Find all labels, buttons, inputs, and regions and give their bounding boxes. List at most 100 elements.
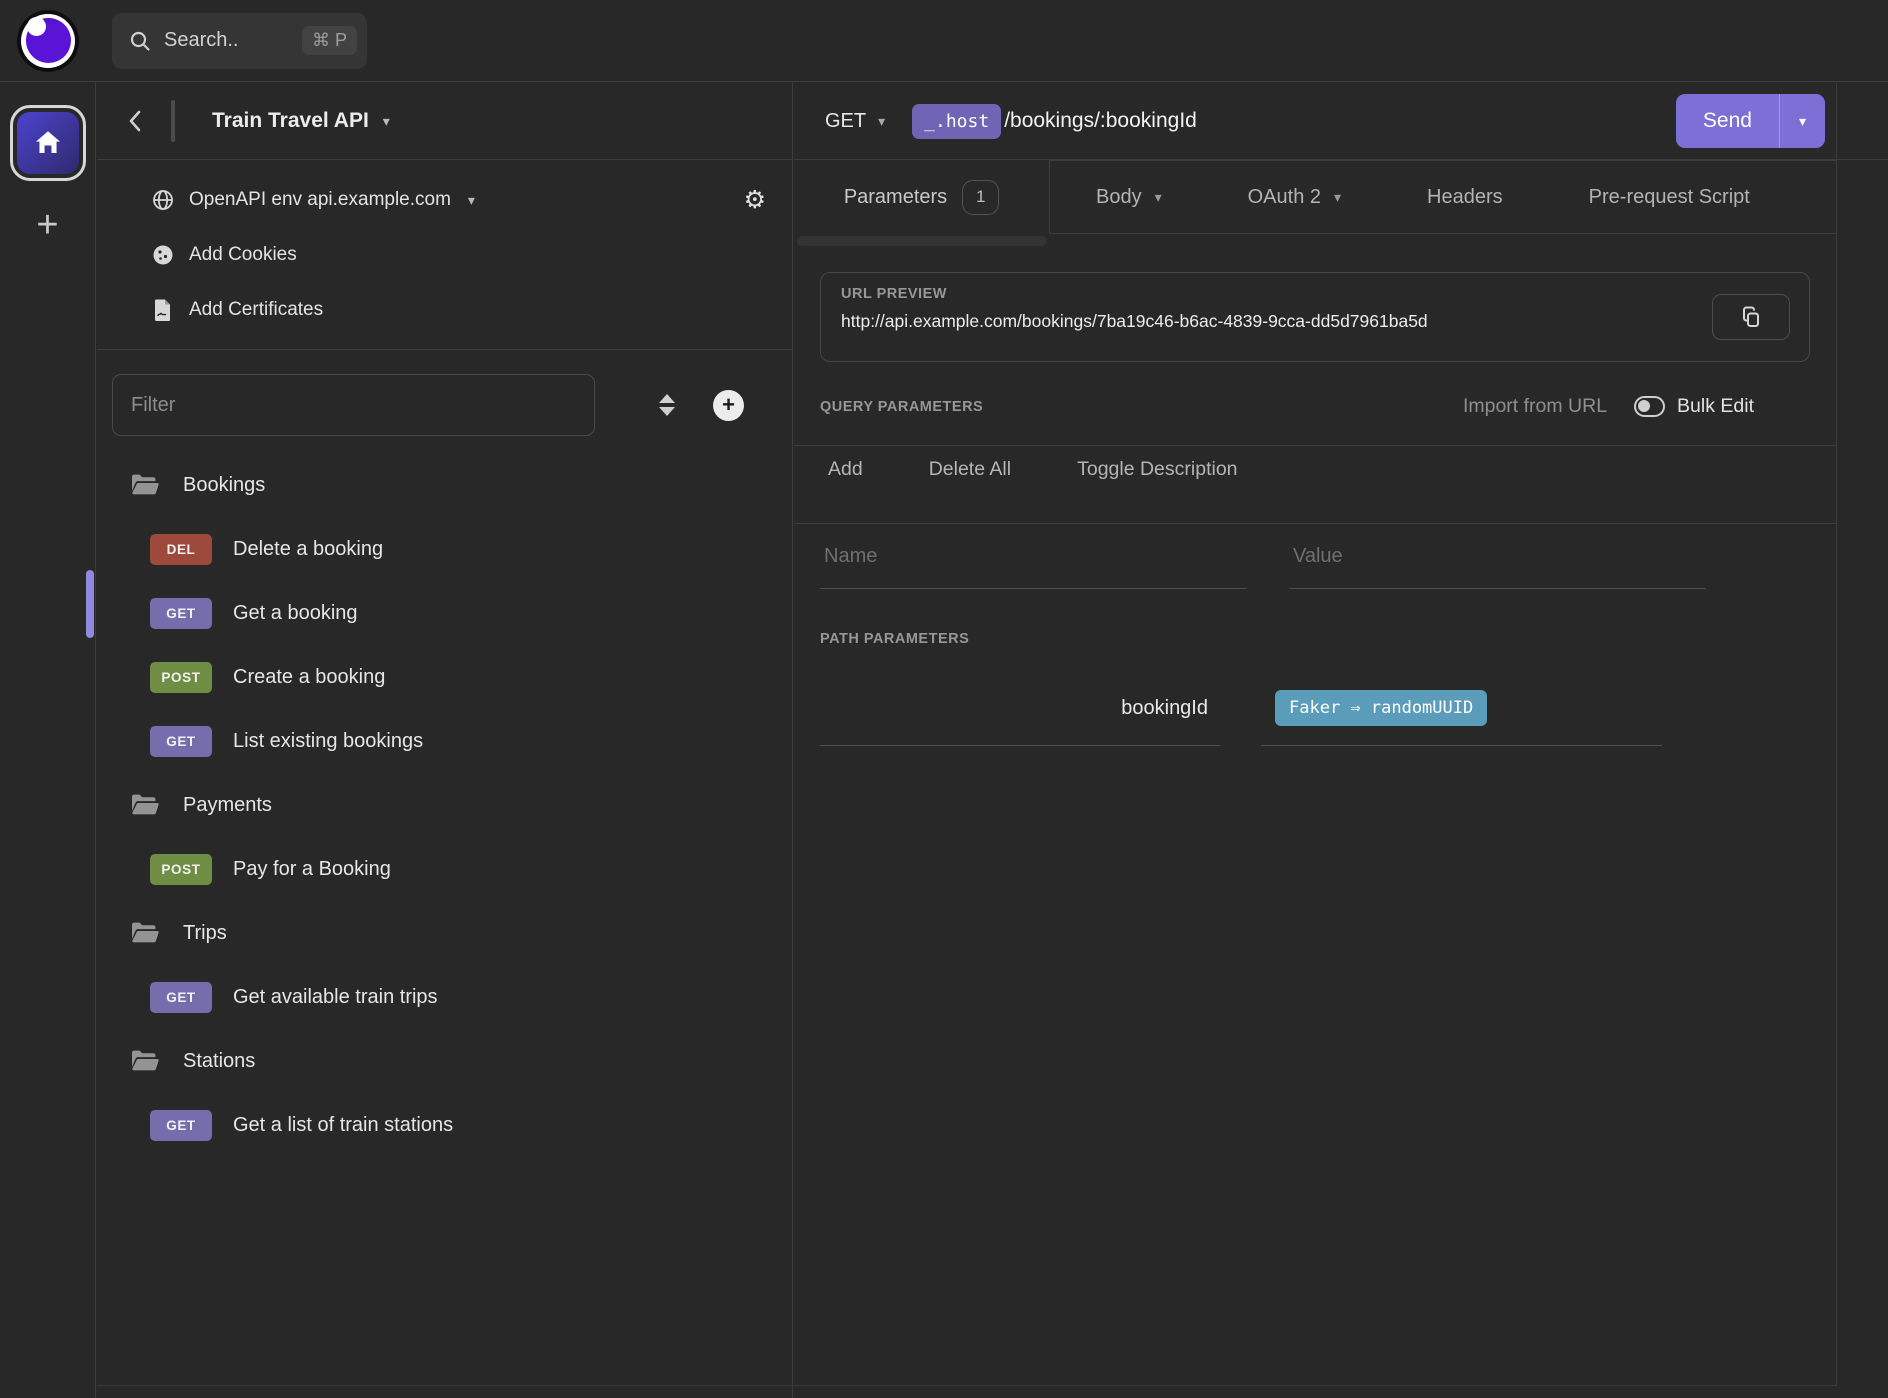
copy-url-button[interactable]	[1712, 294, 1790, 340]
environment-selector[interactable]: OpenAPI env api.example.com ▾ ⚙	[150, 176, 766, 223]
settings-gear-icon[interactable]: ⚙	[744, 187, 766, 212]
url-preview-box: URL PREVIEW http://api.example.com/booki…	[820, 272, 1810, 362]
search-icon	[129, 30, 151, 52]
folder-label: Stations	[183, 1050, 255, 1073]
method-caret-icon[interactable]: ▾	[878, 114, 885, 128]
parameters-count-badge: 1	[962, 180, 999, 215]
cookie-icon	[150, 243, 176, 267]
query-parameters-actions: Add Delete All Toggle Description	[828, 458, 1238, 481]
workspace-rail: +	[0, 83, 96, 1398]
toggle-switch-icon	[1634, 396, 1665, 417]
send-options-caret-icon[interactable]: ▾	[1780, 114, 1825, 128]
folder-label: Trips	[183, 922, 227, 945]
sidebar-request-get-a-list-of-train-stations[interactable]: GET Get a list of train stations	[97, 1093, 792, 1157]
tab-headers-label: Headers	[1427, 186, 1503, 209]
method-badge: DEL	[150, 534, 212, 565]
globe-icon	[150, 188, 176, 212]
tab-headers[interactable]: Headers	[1427, 186, 1503, 209]
url-preview-value: http://api.example.com/bookings/7ba19c46…	[841, 311, 1789, 332]
home-icon	[17, 112, 79, 174]
bulk-edit-toggle[interactable]: Bulk Edit	[1634, 395, 1754, 418]
request-label: Get a list of train stations	[233, 1114, 453, 1137]
sidebar-folder-stations[interactable]: Stations	[97, 1029, 792, 1093]
tab-parameters-label: Parameters	[844, 186, 947, 209]
add-parameter-button[interactable]: Add	[828, 458, 863, 481]
sidebar-request-pay-for-a-booking[interactable]: POST Pay for a Booking	[97, 837, 792, 901]
column-gap	[1220, 671, 1261, 746]
request-label: Create a booking	[233, 666, 385, 689]
tab-oauth2-label: OAuth 2	[1248, 186, 1321, 209]
app-window: Search.. ⌘ P + Train Travel API ▾	[0, 0, 1888, 1398]
tabs-scrollbar-thumb[interactable]	[797, 236, 1047, 246]
search-input[interactable]: Search.. ⌘ P	[112, 13, 367, 69]
request-label: Get available train trips	[233, 986, 438, 1009]
workspace-title-caret-icon[interactable]: ▾	[383, 114, 390, 128]
import-from-url-button[interactable]: Import from URL	[1463, 395, 1607, 418]
section-divider	[794, 445, 1836, 446]
faker-random-uuid-chip[interactable]: Faker ⇒ randomUUID	[1275, 690, 1487, 726]
method-dropdown[interactable]: GET	[825, 110, 866, 133]
add-certificates-button[interactable]: Add Certificates	[150, 286, 766, 333]
filter-input[interactable]	[112, 374, 595, 436]
send-button[interactable]: Send ▾	[1676, 94, 1825, 148]
method-badge: GET	[150, 1110, 212, 1141]
sidebar-request-delete-a-booking[interactable]: DEL Delete a booking	[97, 517, 792, 581]
workspace-home-button[interactable]	[10, 105, 86, 181]
environment-caret-icon: ▾	[468, 193, 475, 207]
url-preview-title: URL PREVIEW	[841, 286, 1789, 302]
parameter-value-input[interactable]	[1289, 525, 1706, 589]
sidebar: Train Travel API ▾ OpenAPI env api.examp…	[97, 83, 793, 1398]
request-label: Get a booking	[233, 602, 358, 625]
sidebar-request-create-a-booking[interactable]: POST Create a booking	[97, 645, 792, 709]
top-bar: Search.. ⌘ P	[0, 0, 1888, 82]
request-url-bar: GET ▾ _.host /bookings/:bookingId Send ▾	[794, 83, 1888, 160]
workspace-title[interactable]: Train Travel API	[212, 109, 369, 133]
path-parameter-value-field[interactable]: Faker ⇒ randomUUID	[1261, 671, 1662, 746]
sort-icon[interactable]	[659, 394, 675, 416]
tab-pre-request-script[interactable]: Pre-request Script	[1589, 186, 1750, 209]
parameter-name-input[interactable]	[820, 525, 1247, 589]
folder-open-icon	[128, 920, 162, 946]
sidebar-folder-bookings[interactable]: Bookings	[97, 453, 792, 517]
add-workspace-button[interactable]: +	[0, 206, 95, 244]
sidebar-environment-section: OpenAPI env api.example.com ▾ ⚙ Add Cook…	[97, 160, 792, 350]
bottom-panel-divider	[97, 1385, 1836, 1386]
folder-open-icon	[128, 792, 162, 818]
toggle-description-button[interactable]: Toggle Description	[1077, 458, 1237, 481]
method-badge: GET	[150, 982, 212, 1013]
sidebar-request-get-a-booking[interactable]: GET Get a booking	[97, 581, 792, 645]
tab-parameters[interactable]: Parameters 1	[794, 160, 1049, 234]
sidebar-request-list-existing-bookings[interactable]: GET List existing bookings	[97, 709, 792, 773]
app-logo-highlight	[27, 17, 46, 36]
method-badge: GET	[150, 726, 212, 757]
path-parameter-row: bookingId Faker ⇒ randomUUID	[820, 671, 1662, 746]
delete-all-button[interactable]: Delete All	[929, 458, 1011, 481]
host-variable-chip[interactable]: _.host	[912, 104, 1001, 139]
add-cookies-button[interactable]: Add Cookies	[150, 231, 766, 278]
path-parameter-name-field[interactable]: bookingId	[820, 671, 1220, 746]
request-label: List existing bookings	[233, 730, 423, 753]
sidebar-folder-payments[interactable]: Payments	[97, 773, 792, 837]
certificate-file-icon	[150, 298, 176, 322]
add-request-button[interactable]: +	[713, 390, 744, 421]
add-certificates-label: Add Certificates	[189, 299, 323, 321]
tab-oauth2-caret-icon: ▾	[1334, 190, 1341, 204]
request-tree: Bookings DEL Delete a booking GET Get a …	[97, 453, 792, 1157]
active-request-indicator	[86, 570, 94, 638]
request-path-input[interactable]: /bookings/:bookingId	[1004, 109, 1197, 133]
environment-label: OpenAPI env api.example.com	[189, 189, 451, 211]
back-chevron-icon[interactable]	[125, 109, 145, 133]
request-tabs: Parameters 1 Body ▾ OAuth 2 ▾ Headers Pr…	[794, 160, 1836, 234]
sidebar-folder-trips[interactable]: Trips	[97, 901, 792, 965]
header-divider	[171, 100, 175, 142]
sidebar-request-get-available-train-trips[interactable]: GET Get available train trips	[97, 965, 792, 1029]
section-divider	[794, 523, 1836, 524]
tab-oauth2[interactable]: OAuth 2 ▾	[1248, 186, 1341, 209]
app-logo-icon[interactable]	[17, 10, 79, 72]
search-placeholder: Search..	[164, 29, 238, 52]
panel-right-divider[interactable]	[1836, 83, 1837, 1386]
method-badge: POST	[150, 854, 212, 885]
tab-body[interactable]: Body ▾	[1096, 186, 1162, 209]
copy-icon	[1739, 305, 1763, 329]
request-label: Delete a booking	[233, 538, 383, 561]
